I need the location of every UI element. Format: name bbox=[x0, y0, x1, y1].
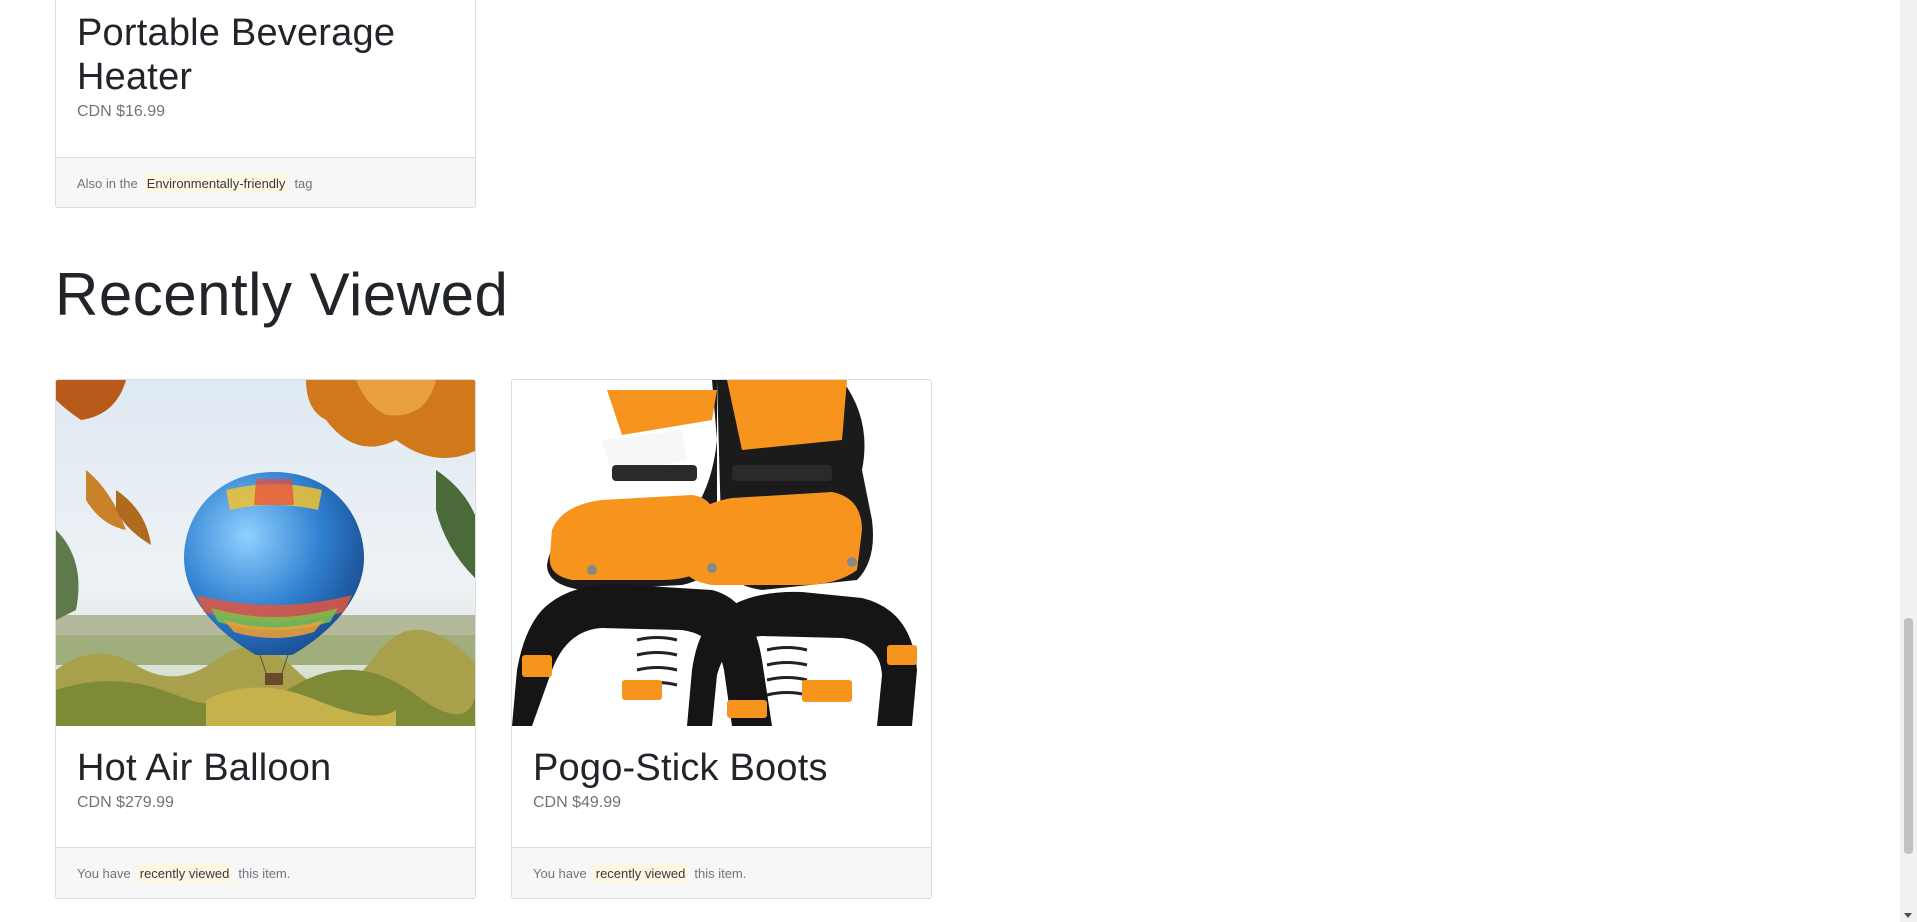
tag-link-recently-viewed[interactable]: recently viewed bbox=[136, 863, 233, 883]
product-price: CDN $279.99 bbox=[77, 794, 174, 811]
product-title[interactable]: Pogo-Stick Boots bbox=[533, 746, 910, 790]
tag-link-recently-viewed[interactable]: recently viewed bbox=[592, 863, 689, 883]
pogo-stick-boots-illustration bbox=[512, 380, 931, 726]
card-footer: You have recently viewed this item. bbox=[512, 847, 931, 898]
pogo-stick-boots-image[interactable] bbox=[512, 380, 931, 726]
product-card-portable-beverage-heater[interactable]: Portable Beverage Heater CDN $16.99 Also… bbox=[55, 0, 476, 208]
product-title[interactable]: Hot Air Balloon bbox=[77, 746, 454, 790]
card-footer: You have recently viewed this item. bbox=[56, 847, 475, 898]
footer-suffix: this item. bbox=[694, 865, 747, 881]
card-body: Pogo-Stick Boots CDN $49.99 bbox=[512, 726, 931, 847]
hot-air-balloon-image[interactable] bbox=[56, 380, 475, 726]
product-price: CDN $16.99 bbox=[77, 103, 166, 120]
product-price: CDN $49.99 bbox=[533, 794, 622, 811]
section-title-recently-viewed: Recently Viewed bbox=[55, 261, 509, 328]
card-footer: Also in the Environmentally-friendly tag bbox=[56, 157, 475, 207]
scroll-down-arrow-icon[interactable] bbox=[1904, 913, 1912, 918]
footer-prefix: Also in the bbox=[77, 175, 138, 191]
footer-suffix: this item. bbox=[238, 865, 291, 881]
product-title[interactable]: Portable Beverage Heater bbox=[77, 11, 417, 99]
vertical-scrollbar[interactable] bbox=[1900, 0, 1917, 922]
footer-prefix: You have bbox=[533, 865, 587, 881]
footer-prefix: You have bbox=[77, 865, 131, 881]
scrollbar-thumb[interactable] bbox=[1904, 618, 1913, 854]
hot-air-balloon-illustration bbox=[56, 380, 475, 726]
page: Portable Beverage Heater CDN $16.99 Also… bbox=[0, 0, 1917, 922]
card-body: Portable Beverage Heater CDN $16.99 bbox=[56, 0, 475, 157]
tag-link-environmentally-friendly[interactable]: Environmentally-friendly bbox=[143, 173, 289, 193]
footer-suffix: tag bbox=[294, 175, 313, 191]
product-card-hot-air-balloon[interactable]: Hot Air Balloon CDN $279.99 You have rec… bbox=[55, 379, 476, 899]
product-card-pogo-stick-boots[interactable]: Pogo-Stick Boots CDN $49.99 You have rec… bbox=[511, 379, 932, 899]
card-body: Hot Air Balloon CDN $279.99 bbox=[56, 726, 475, 847]
